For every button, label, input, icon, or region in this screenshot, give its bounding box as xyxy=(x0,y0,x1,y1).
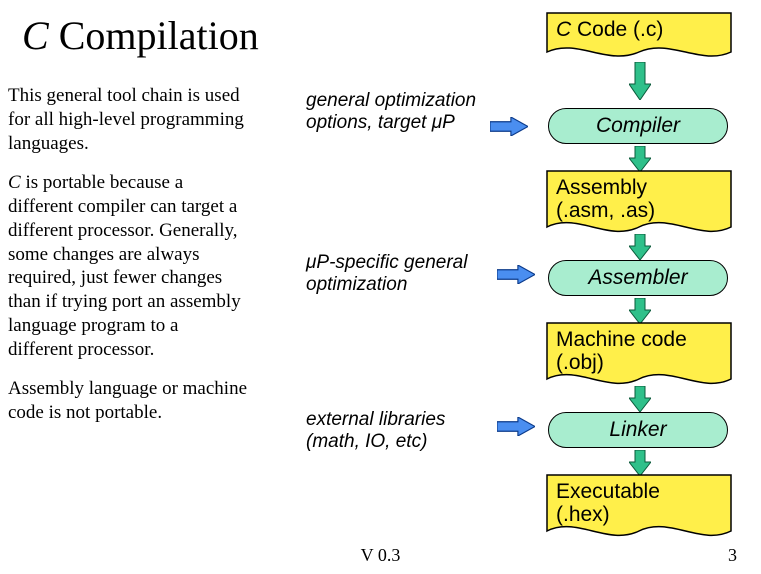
arrow-to-compiler xyxy=(490,117,528,137)
flowchart: general optimization options, target μP … xyxy=(300,12,750,552)
annot2-line1a: μP xyxy=(306,252,329,273)
compiler-label: Compiler xyxy=(596,114,680,137)
annotation-compiler-options: general optimization options, target μP xyxy=(306,90,476,134)
para2-c-italic: C xyxy=(8,172,21,193)
box-linker: Linker xyxy=(548,412,728,448)
annot2-line1b: -specific general xyxy=(329,252,467,273)
box-compiler: Compiler xyxy=(548,108,728,144)
exec-line1: Executable xyxy=(556,480,660,503)
machine-line1: Machine code xyxy=(556,328,687,351)
box-executable-label: Executable (.hex) xyxy=(546,474,732,540)
annot1-line2b: μP xyxy=(432,112,455,133)
arrow-down-1 xyxy=(629,62,651,96)
annot1-line1: general optimization xyxy=(306,90,476,111)
machine-line2: (.obj) xyxy=(556,351,604,374)
paragraph-1: This general tool chain is used for all … xyxy=(8,84,248,155)
annot3-line1: external libraries xyxy=(306,409,445,430)
box-c-code: C Code (.c) xyxy=(546,12,732,64)
paragraph-3: Assembly language or machine code is not… xyxy=(8,377,248,425)
box-machine-code: Machine code (.obj) xyxy=(546,322,732,392)
body-text: This general tool chain is used for all … xyxy=(8,84,248,441)
c-code-rest: Code (.c) xyxy=(571,18,663,41)
linker-label: Linker xyxy=(609,418,666,441)
assembly-line2: (.asm, .as) xyxy=(556,199,655,222)
arrow-to-linker xyxy=(497,417,535,437)
paragraph-2: C is portable because a different compil… xyxy=(8,171,248,361)
annotation-linker-libraries: external libraries (math, IO, etc) xyxy=(306,409,445,453)
slide-title: C Compilation xyxy=(22,12,259,59)
box-executable: Executable (.hex) xyxy=(546,474,732,544)
annotation-assembler-optimization: μP-specific general optimization xyxy=(306,252,467,296)
title-c-italic: C xyxy=(22,13,49,58)
box-assembler: Assembler xyxy=(548,260,728,296)
slide: C Compilation This general tool chain is… xyxy=(0,0,761,574)
annot3-line2: (math, IO, etc) xyxy=(306,431,427,452)
annot1-line2a: options, target xyxy=(306,112,432,133)
assembly-line1: Assembly xyxy=(556,176,647,199)
exec-line2: (.hex) xyxy=(556,503,610,526)
title-rest: Compilation xyxy=(49,13,259,58)
box-c-code-label: C Code (.c) xyxy=(546,12,732,55)
arrow-to-assembler xyxy=(497,265,535,285)
box-machine-code-label: Machine code (.obj) xyxy=(546,322,732,388)
annot2-line2: optimization xyxy=(306,274,407,295)
box-assembly: Assembly (.asm, .as) xyxy=(546,170,732,240)
c-code-c: C xyxy=(556,18,571,41)
box-assembly-label: Assembly (.asm, .as) xyxy=(546,170,732,236)
para2-rest: is portable because a different compiler… xyxy=(8,172,241,359)
assembler-label: Assembler xyxy=(588,266,687,289)
